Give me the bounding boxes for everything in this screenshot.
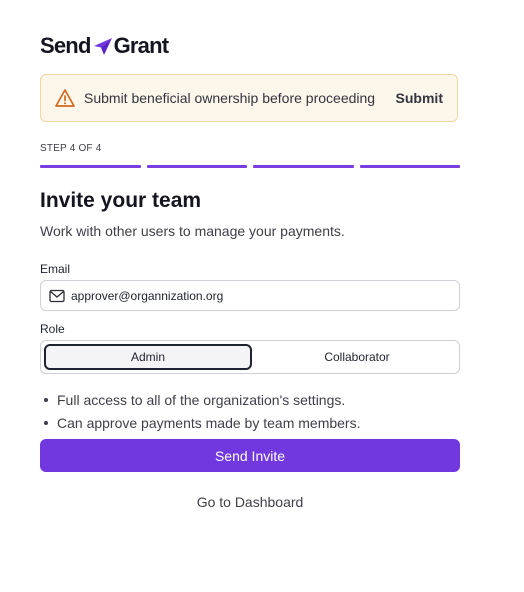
role-option-collaborator[interactable]: Collaborator: [255, 341, 459, 373]
progress-segment: [40, 165, 141, 168]
progress-bar: [40, 165, 460, 169]
progress-segment: [359, 165, 460, 168]
permission-text: Can approve payments made by team member…: [57, 414, 361, 431]
send-invite-button[interactable]: Send Invite: [40, 439, 460, 472]
warning-triangle-icon: [55, 89, 75, 107]
list-item: Full access to all of the organization's…: [44, 388, 360, 411]
step-indicator: STEP 4 OF 4: [40, 143, 102, 154]
permission-text: Full access to all of the organization's…: [57, 391, 346, 408]
email-field[interactable]: [71, 288, 451, 303]
permission-list: Full access to all of the organization's…: [44, 388, 360, 434]
page-subtitle: Work with other users to manage your pay…: [40, 223, 345, 239]
email-field-wrapper: [40, 280, 460, 311]
email-label: Email: [40, 262, 71, 276]
banner-submit-button[interactable]: Submit: [396, 90, 443, 106]
progress-segment: [253, 165, 354, 168]
brand-logo: Send Grant: [40, 33, 169, 59]
banner-message: Submit beneficial ownership before proce…: [84, 90, 376, 106]
role-selector: Admin Collaborator: [40, 340, 460, 374]
mail-icon: [49, 289, 65, 302]
bullet-icon: [44, 397, 48, 402]
list-item: Can approve payments made by team member…: [44, 411, 360, 434]
bullet-icon: [44, 420, 48, 425]
page-title: Invite your team: [40, 189, 202, 212]
brand-name-right: Grant: [113, 33, 169, 58]
role-label: Role: [40, 322, 65, 336]
progress-segment: [146, 165, 247, 168]
go-to-dashboard-link[interactable]: Go to Dashboard: [40, 494, 460, 510]
role-option-admin[interactable]: Admin: [44, 344, 252, 370]
brand-name-left: Send: [40, 33, 91, 58]
paper-plane-icon: [93, 38, 112, 55]
ownership-banner: Submit beneficial ownership before proce…: [40, 74, 458, 122]
